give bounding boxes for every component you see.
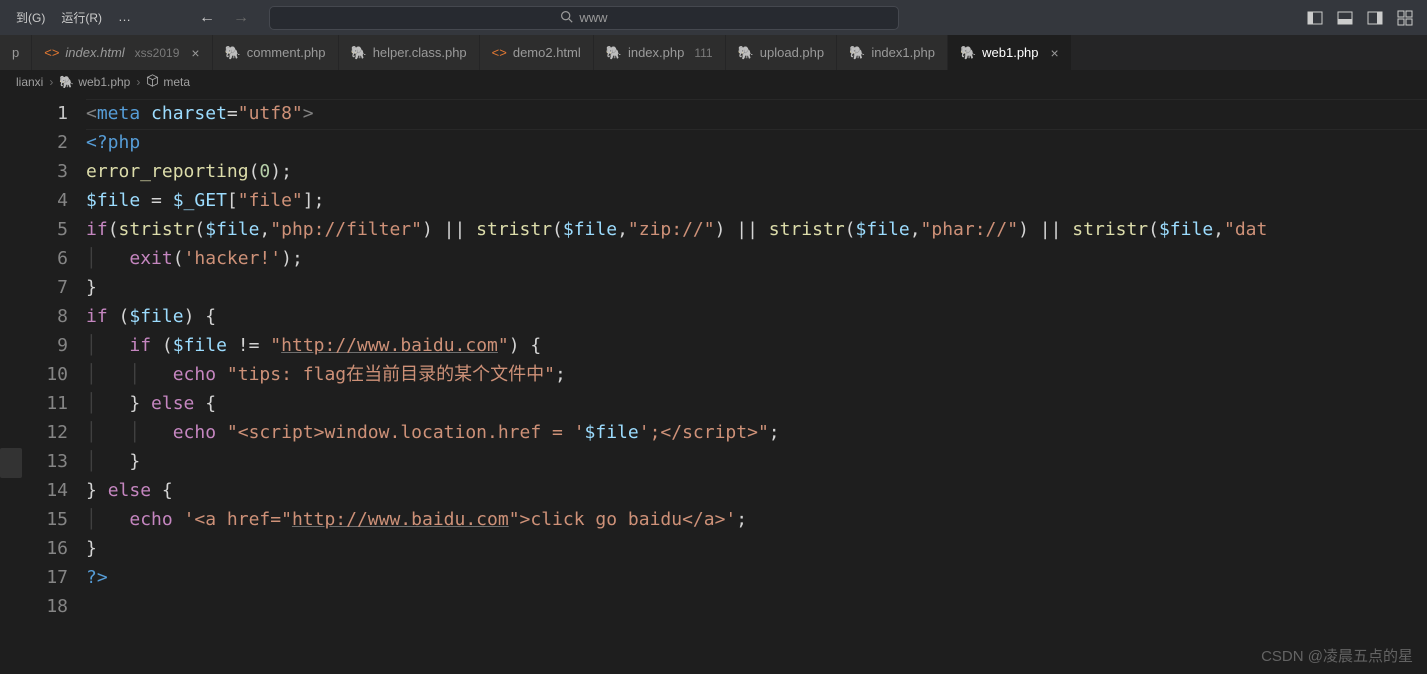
tab-label: p: [12, 45, 19, 60]
watermark: CSDN @凌晨五点的星: [1261, 645, 1413, 666]
code-line[interactable]: │ } else {: [86, 389, 1427, 418]
search-text: www: [579, 10, 607, 25]
tab-label: index.php: [628, 45, 684, 60]
breadcrumb: lianxi › 🐘 web1.php › meta: [0, 71, 1427, 93]
editor-area: 123456789101112131415161718 <meta charse…: [0, 93, 1427, 674]
menu-run[interactable]: 运行(R): [53, 5, 110, 30]
close-icon[interactable]: ×: [191, 45, 199, 61]
search-box[interactable]: www: [269, 6, 899, 30]
php-file-icon: 🐘: [225, 45, 241, 61]
menu-more[interactable]: …: [110, 5, 139, 30]
menu-goto[interactable]: 到(G): [8, 5, 53, 30]
tab-label: demo2.html: [513, 45, 581, 60]
code-line[interactable]: │ }: [86, 447, 1427, 476]
tab-demo2-html[interactable]: <> demo2.html: [480, 35, 594, 70]
code-line[interactable]: │ exit('hacker!');: [86, 244, 1427, 273]
code-line[interactable]: │ │ echo "tips: flag在当前目录的某个文件中";: [86, 360, 1427, 389]
tab-label: comment.php: [247, 45, 326, 60]
tab-label: upload.php: [760, 45, 824, 60]
php-file-icon: 🐘: [849, 45, 865, 61]
breadcrumb-folder[interactable]: lianxi: [16, 75, 43, 89]
layout-bottom-icon[interactable]: [1337, 10, 1353, 26]
code-line[interactable]: ?>: [86, 563, 1427, 592]
nav-forward-icon[interactable]: →: [233, 9, 249, 27]
code-editor[interactable]: <meta charset="utf8"><?phperror_reportin…: [86, 93, 1427, 674]
glyph-margin: [0, 93, 26, 674]
html-file-icon: <>: [44, 45, 59, 60]
php-file-icon: 🐘: [738, 45, 754, 61]
tab-index1-php[interactable]: 🐘 index1.php: [837, 35, 948, 70]
code-line[interactable]: │ if ($file != "http://www.baidu.com") {: [86, 331, 1427, 360]
nav-arrows: ← →: [199, 9, 249, 27]
tab-index-html[interactable]: <> index.html xss2019 ×: [32, 35, 212, 70]
titlebar: 到(G) 运行(R) … ← → www: [0, 0, 1427, 35]
layout-right-icon[interactable]: [1367, 10, 1383, 26]
layout-left-icon[interactable]: [1307, 10, 1323, 26]
code-line[interactable]: error_reporting(0);: [86, 157, 1427, 186]
code-line[interactable]: $file = $_GET["file"];: [86, 186, 1427, 215]
tab-partial[interactable]: p: [0, 35, 32, 70]
tabs-bar: p <> index.html xss2019 × 🐘 comment.php …: [0, 35, 1427, 71]
code-line[interactable]: │ │ echo "<script>window.location.href =…: [86, 418, 1427, 447]
tab-helper-class-php[interactable]: 🐘 helper.class.php: [339, 35, 480, 70]
code-line[interactable]: <?php: [86, 128, 1427, 157]
code-line[interactable]: [86, 592, 1427, 621]
layout-icons: [1307, 10, 1413, 26]
chevron-right-icon: ›: [49, 75, 53, 89]
breadcrumb-symbol[interactable]: meta: [163, 75, 190, 89]
breadcrumb-file[interactable]: web1.php: [78, 75, 130, 89]
layout-customize-icon[interactable]: [1397, 10, 1413, 26]
php-file-icon: 🐘: [606, 45, 622, 61]
tab-web1-php[interactable]: 🐘 web1.php ×: [948, 35, 1072, 70]
code-line[interactable]: }: [86, 273, 1427, 302]
code-line[interactable]: if(stristr($file,"php://filter") || stri…: [86, 215, 1427, 244]
fold-marker: [0, 448, 22, 478]
symbol-icon: [146, 74, 159, 90]
php-file-icon: 🐘: [59, 75, 74, 89]
tab-index-php[interactable]: 🐘 index.php 111: [594, 35, 726, 70]
tab-label: index.html: [65, 45, 124, 60]
tab-upload-php[interactable]: 🐘 upload.php: [726, 35, 838, 70]
tab-comment-php[interactable]: 🐘 comment.php: [213, 35, 339, 70]
code-line[interactable]: if ($file) {: [86, 302, 1427, 331]
tab-desc: xss2019: [135, 46, 180, 60]
code-line[interactable]: }: [86, 534, 1427, 563]
search-icon: [560, 10, 573, 26]
tab-label: index1.php: [871, 45, 935, 60]
php-file-icon: 🐘: [351, 45, 367, 61]
tab-label: web1.php: [982, 45, 1038, 60]
tab-desc: 111: [694, 46, 712, 60]
menu-items: 到(G) 运行(R) …: [8, 5, 139, 30]
code-line[interactable]: <meta charset="utf8">: [86, 99, 1427, 128]
html-file-icon: <>: [492, 45, 507, 60]
code-line[interactable]: │ echo '<a href="http://www.baidu.com">c…: [86, 505, 1427, 534]
tab-label: helper.class.php: [373, 45, 467, 60]
nav-back-icon[interactable]: ←: [199, 9, 215, 27]
line-numbers: 123456789101112131415161718: [26, 93, 86, 674]
code-line[interactable]: } else {: [86, 476, 1427, 505]
chevron-right-icon: ›: [136, 75, 140, 89]
php-file-icon: 🐘: [960, 45, 976, 61]
close-icon[interactable]: ×: [1051, 45, 1059, 61]
